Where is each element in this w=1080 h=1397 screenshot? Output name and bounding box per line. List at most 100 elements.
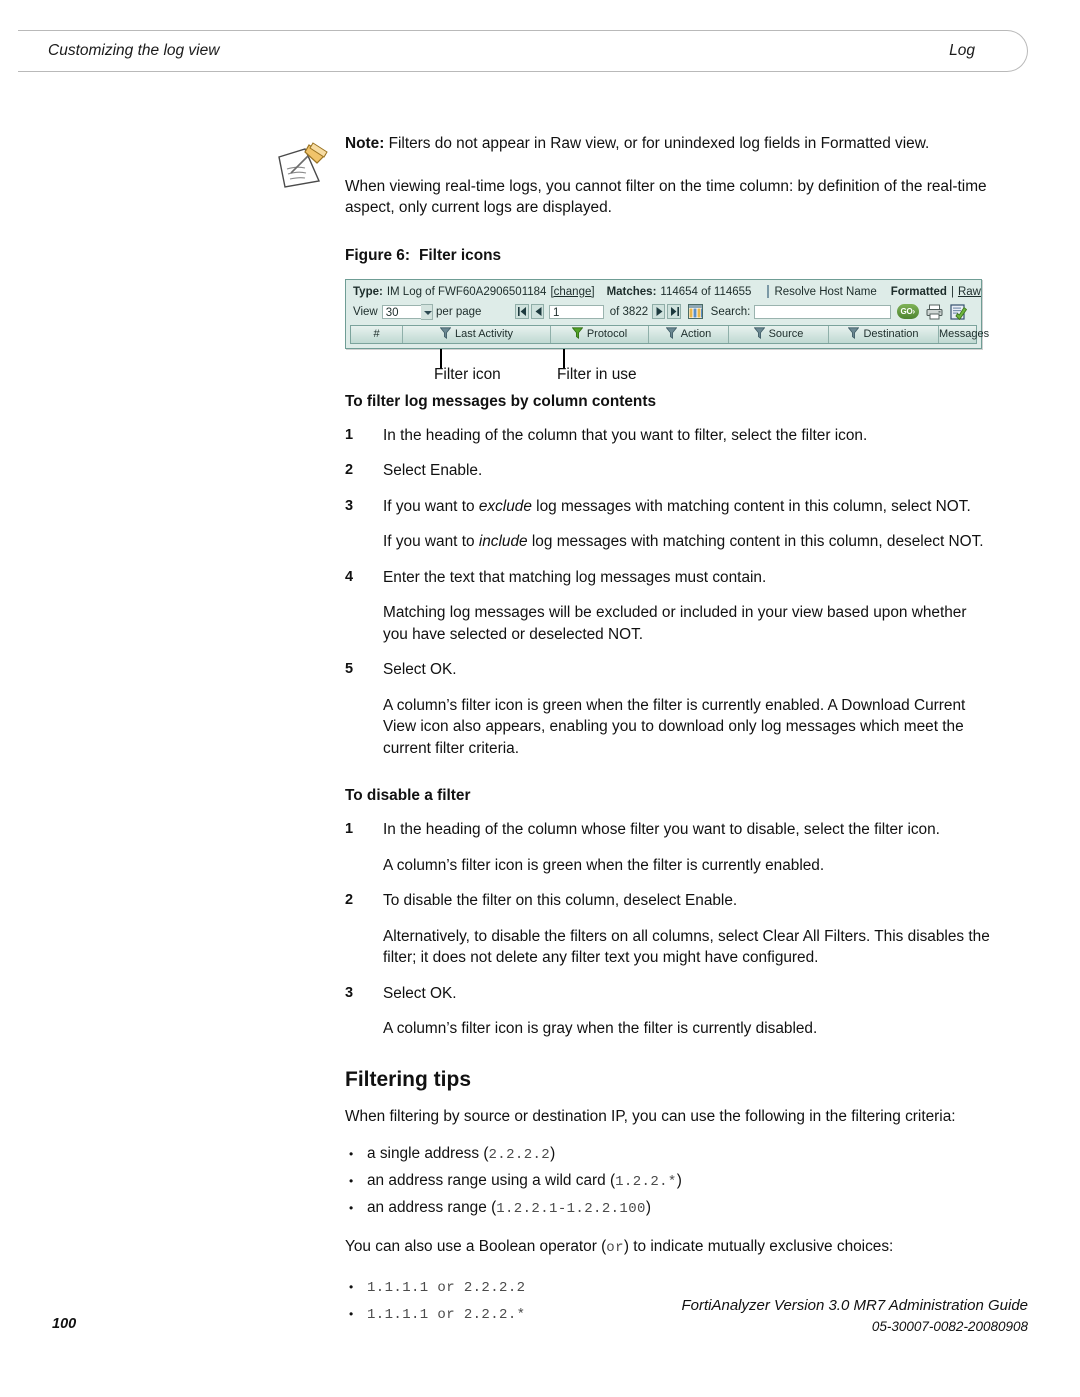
running-header: Customizing the log view Log <box>18 30 1028 72</box>
tip-code: 1.2.2.1-1.2.2.100 <box>496 1201 646 1217</box>
last-page-button[interactable] <box>667 304 681 319</box>
column-label: # <box>373 328 380 340</box>
step-note-clear-all-filters: Alternatively, to disable the filters on… <box>383 927 990 967</box>
column-label: Action <box>680 328 712 340</box>
step-note-matching: Matching log messages will be excluded o… <box>383 604 967 643</box>
filter-icon-gray[interactable] <box>439 326 452 342</box>
step-note-disabled-gray: A column’s filter icon is gray when the … <box>383 1020 818 1037</box>
boolean-post: ) to indicate mutually exclusive choices… <box>623 1238 894 1255</box>
toolbar-row-type: Type: IM Log of FWF60A2906501184 [change… <box>346 280 981 302</box>
step-note-include: If you want to include log messages with… <box>383 531 995 553</box>
step-item: 2 Select Enable. <box>345 460 995 482</box>
next-page-button[interactable] <box>652 304 666 319</box>
column-label: Last Activity <box>454 328 514 340</box>
step-text: In the heading of the column that you wa… <box>383 426 868 444</box>
view-mode-raw[interactable]: Raw <box>958 286 981 298</box>
column-header-messages[interactable]: Messages <box>939 326 989 343</box>
resolve-host-name-checkbox[interactable] <box>767 285 770 298</box>
column-header-destination[interactable]: Destination <box>829 325 939 343</box>
filter-icon-gray[interactable] <box>848 326 860 342</box>
step-text: Select Enable. <box>383 462 483 479</box>
tip-code: 1.2.2.* <box>615 1174 677 1190</box>
boolean-example-code: 1.1.1.1 or 2.2.2.2 <box>367 1279 526 1296</box>
view-label: View <box>353 305 378 318</box>
boolean-example-code: 1.1.1.1 or 2.2.2.* <box>367 1306 526 1323</box>
column-header-action[interactable]: Action <box>649 325 729 343</box>
type-value: IM Log of FWF60A2906501184 <box>386 285 547 298</box>
tip-text: an address range using a wild card ( <box>367 1172 616 1189</box>
column-label: Destination <box>863 328 919 340</box>
step-text-emphasis: exclude <box>478 497 532 515</box>
filtering-tips-list: a single address (2.2.2.2) an address ra… <box>345 1141 995 1222</box>
column-header-last-activity[interactable]: Last Activity <box>403 325 551 343</box>
tip-close: ) <box>550 1145 556 1162</box>
step-text: Select OK. <box>383 661 457 678</box>
resolve-host-name-label: Resolve Host Name <box>774 285 877 298</box>
step-number: 2 <box>345 462 354 478</box>
list-item: a single address (2.2.2.2) <box>345 1141 995 1168</box>
procedure-heading-filter: To filter log messages by column content… <box>345 392 657 410</box>
search-input[interactable] <box>754 304 891 319</box>
step-note-green-icon: A column’s filter icon is green when the… <box>383 696 966 757</box>
download-current-view-icon[interactable] <box>950 303 968 320</box>
per-page-input[interactable]: 30 <box>381 304 421 319</box>
tip-text: a single address ( <box>367 1145 489 1162</box>
step-text: To disable the filter on this column, de… <box>383 892 738 909</box>
step-item: 1 In the heading of the column whose fil… <box>345 819 995 841</box>
matches-label: Matches: <box>606 285 657 298</box>
view-mode-separator: | <box>950 285 954 298</box>
step-text: In the heading of the column whose filte… <box>383 821 940 838</box>
column-label: Protocol <box>586 328 628 340</box>
step-note-enabled-green: A column’s filter icon is green when the… <box>383 856 825 874</box>
print-icon[interactable] <box>926 304 943 320</box>
footer-document-info: FortiAnalyzer Version 3.0 MR7 Administra… <box>681 1295 1028 1337</box>
column-header-protocol[interactable]: Protocol <box>551 325 649 343</box>
column-settings-icon[interactable] <box>687 304 703 319</box>
filter-icon-gray[interactable] <box>665 326 678 342</box>
step-item: 2 To disable the filter on this column, … <box>345 890 995 912</box>
boolean-pre: You can also use a Boolean operator ( <box>345 1238 607 1255</box>
toolbar-row-pagination: View 30 per page 1 of 3822 Search: GO› <box>346 302 981 322</box>
page-number-input[interactable]: 1 <box>548 304 604 319</box>
callout-label-filter-in-use: Filter in use <box>557 365 637 383</box>
per-page-label: per page <box>436 305 482 318</box>
note-paragraph: Note: Filters do not appear in Raw view,… <box>345 133 995 155</box>
note-emphasis: include <box>478 533 528 550</box>
log-column-header-row: # Last Activity Protocol Action Source D… <box>350 324 989 344</box>
figure-log-toolbar-screenshot: Type: IM Log of FWF60A2906501184 [change… <box>345 278 989 349</box>
note-pre: If you want to <box>383 533 479 550</box>
total-pages-label: of 3822 <box>609 305 649 318</box>
column-header-number[interactable]: # <box>351 325 403 343</box>
column-label: Messages <box>939 328 990 340</box>
column-header-source[interactable]: Source <box>729 325 829 343</box>
procedure-heading-disable: To disable a filter <box>345 787 471 804</box>
tip-close: ) <box>676 1172 682 1189</box>
boolean-operator-intro: You can also use a Boolean operator (or)… <box>345 1236 995 1260</box>
filter-icon-gray[interactable] <box>753 326 765 342</box>
figure-caption: Filter icons <box>419 246 502 264</box>
first-page-button[interactable] <box>515 304 529 319</box>
search-go-button[interactable]: GO› <box>896 304 920 319</box>
header-section-title: Log <box>949 42 975 59</box>
step-text-pre: If you want to <box>383 497 479 515</box>
step-text-post: log messages with matching content in th… <box>531 497 971 515</box>
search-label: Search: <box>710 305 751 318</box>
note-quill-icon <box>275 141 329 191</box>
step-item: 3 If you want to exclude log messages wi… <box>345 496 995 518</box>
tip-text: an address range ( <box>367 1199 497 1216</box>
change-link[interactable]: [change] <box>550 286 594 298</box>
step-number: 3 <box>345 497 354 514</box>
fortinet-logo <box>18 1030 156 1280</box>
per-page-dropdown-arrow[interactable] <box>420 303 434 320</box>
callout-label-filter-icon: Filter icon <box>434 365 501 383</box>
filter-icon-green[interactable] <box>571 326 584 342</box>
step-text: Enter the text that matching log message… <box>383 568 767 586</box>
footer-page-number: 100 <box>52 1316 77 1332</box>
matches-value: 114654 of 114655 <box>660 285 752 298</box>
previous-page-button[interactable] <box>530 304 544 319</box>
view-mode-formatted[interactable]: Formatted <box>891 286 947 298</box>
header-chapter-title: Customizing the log view <box>48 42 220 59</box>
note-label: Note: <box>345 135 385 152</box>
tip-close: ) <box>645 1199 651 1216</box>
list-item: an address range (1.2.2.1-1.2.2.100) <box>345 1195 995 1222</box>
